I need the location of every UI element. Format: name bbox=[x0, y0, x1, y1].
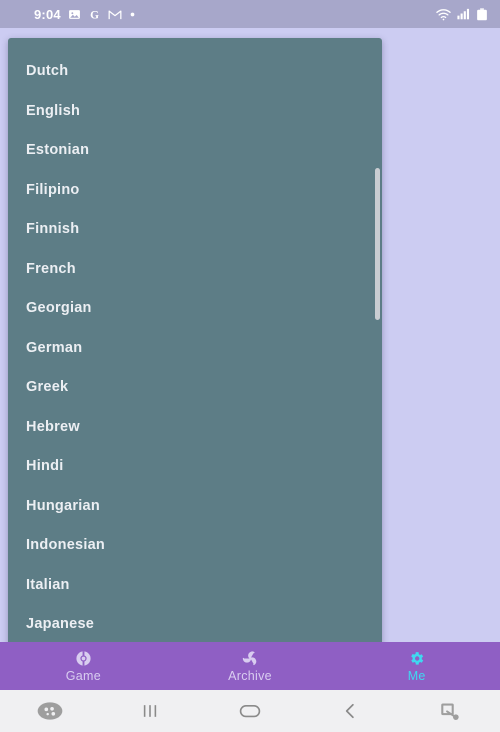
list-item[interactable]: Georgian bbox=[8, 289, 382, 329]
back-chevron-icon bbox=[345, 703, 354, 719]
back-button[interactable] bbox=[300, 690, 400, 732]
tab-game[interactable]: Game bbox=[0, 642, 167, 690]
list-item[interactable]: English bbox=[8, 92, 382, 132]
photos-icon bbox=[68, 8, 81, 21]
language-list[interactable]: Dutch English Estonian Filipino Finnish … bbox=[8, 38, 382, 650]
battery-icon bbox=[476, 7, 488, 21]
list-item[interactable]: Greek bbox=[8, 368, 382, 408]
android-navigation-bar bbox=[0, 690, 500, 732]
list-item[interactable]: Indonesian bbox=[8, 526, 382, 566]
archive-spiral-icon bbox=[242, 650, 259, 667]
home-icon bbox=[239, 705, 261, 718]
gear-icon bbox=[408, 650, 425, 667]
list-item[interactable]: Hebrew bbox=[8, 408, 382, 448]
list-item[interactable]: Finnish bbox=[8, 210, 382, 250]
list-item[interactable]: Hindi bbox=[8, 447, 382, 487]
screenshot-button[interactable] bbox=[400, 690, 500, 732]
status-bar-right-group bbox=[436, 7, 488, 21]
list-item[interactable]: Hungarian bbox=[8, 487, 382, 527]
home-button[interactable] bbox=[200, 690, 300, 732]
gmail-icon bbox=[108, 8, 122, 21]
cellular-signal-icon bbox=[457, 8, 470, 20]
list-item[interactable]: Estonian bbox=[8, 131, 382, 171]
google-icon: G bbox=[88, 8, 101, 21]
list-item[interactable]: Italian bbox=[8, 566, 382, 606]
list-item[interactable]: French bbox=[8, 250, 382, 290]
recents-icon bbox=[143, 705, 157, 717]
tab-game-label: Game bbox=[65, 668, 101, 683]
list-item[interactable]: German bbox=[8, 329, 382, 369]
game-pie-icon bbox=[75, 650, 92, 667]
screenshot-icon bbox=[441, 703, 459, 720]
list-item[interactable]: Japanese bbox=[8, 605, 382, 645]
status-bar: 9:04 G bbox=[0, 0, 500, 28]
svg-text:G: G bbox=[90, 9, 99, 21]
status-bar-clock: 9:04 bbox=[34, 6, 61, 22]
language-dropdown-panel[interactable]: Dutch English Estonian Filipino Finnish … bbox=[8, 38, 382, 650]
accessibility-assistant-button[interactable] bbox=[0, 690, 100, 732]
dot-icon bbox=[129, 11, 136, 18]
scrollbar-thumb[interactable] bbox=[375, 168, 380, 320]
tab-archive-label: Archive bbox=[228, 668, 272, 683]
tab-archive[interactable]: Archive bbox=[167, 642, 334, 690]
recents-button[interactable] bbox=[100, 690, 200, 732]
accessibility-assistant-icon bbox=[37, 702, 63, 720]
status-bar-left-group: 9:04 G bbox=[34, 7, 136, 22]
list-item[interactable]: Dutch bbox=[8, 52, 382, 92]
bottom-tab-bar: Game Archive Me bbox=[0, 642, 500, 690]
wifi-icon bbox=[436, 8, 451, 21]
tab-me[interactable]: Me bbox=[333, 642, 500, 690]
list-item[interactable]: Filipino bbox=[8, 171, 382, 211]
tab-me-label: Me bbox=[407, 668, 426, 683]
